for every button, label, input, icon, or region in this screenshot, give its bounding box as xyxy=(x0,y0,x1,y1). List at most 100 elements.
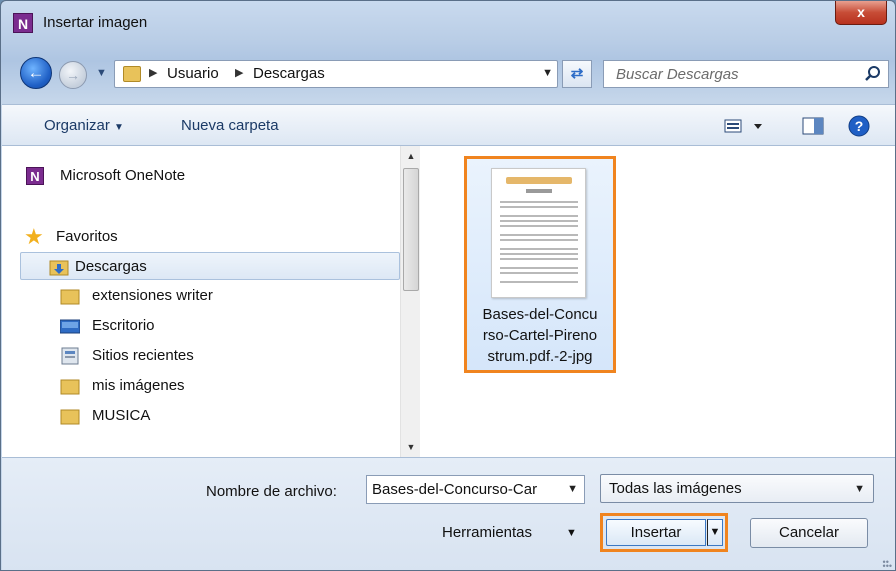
sidebar-item-label: Descargas xyxy=(75,258,147,275)
file-name: Bases-del-Concu rso-Cartel-Pireno strum.… xyxy=(467,304,613,367)
sidebar-item-onenote[interactable]: N Microsoft OneNote xyxy=(20,162,400,190)
folder-icon xyxy=(60,289,80,305)
thumbnail-text-line xyxy=(500,220,578,222)
recent-places-icon xyxy=(61,347,79,365)
thumbnail-text-line xyxy=(500,258,578,260)
onenote-app-icon: N xyxy=(13,13,33,33)
filename-combobox[interactable]: ▼ xyxy=(366,475,585,504)
search-box[interactable] xyxy=(603,60,889,88)
thumbnail-text-line xyxy=(500,225,578,227)
thumbnail-logo xyxy=(506,177,572,184)
refresh-icon: ⇄ xyxy=(570,65,584,82)
favorites-label: Favoritos xyxy=(56,228,118,245)
file-name-line: Bases-del-Concu xyxy=(482,306,598,323)
thumbnail-text-line xyxy=(500,272,578,274)
chevron-down-icon[interactable]: ▼ xyxy=(567,483,578,495)
insert-image-dialog: N Insertar imagen x ← → ▼ ▶ Usuario ▶ De… xyxy=(0,0,896,571)
breadcrumb-descargas[interactable]: Descargas xyxy=(253,65,325,82)
filetype-select[interactable]: Todas las imágenes ▼ xyxy=(600,474,874,503)
views-button[interactable] xyxy=(724,117,764,139)
nav-pane-scrollbar[interactable]: ▲ ▼ xyxy=(400,146,420,457)
breadcrumb-usuario[interactable]: Usuario xyxy=(167,65,219,82)
navigation-pane: N Microsoft OneNote ★ Favoritos Descarga… xyxy=(2,146,400,457)
address-dropdown-icon[interactable]: ▼ xyxy=(542,67,553,79)
resize-grip-icon[interactable]: •• ••• xyxy=(883,558,892,571)
chevron-down-icon: ▼ xyxy=(854,483,865,495)
file-list: Bases-del-Concu rso-Cartel-Pireno strum.… xyxy=(421,146,895,457)
thumbnail-text-line xyxy=(500,281,578,283)
preview-pane-button[interactable] xyxy=(802,117,824,139)
sidebar-item-label: extensiones writer xyxy=(92,287,213,304)
help-button[interactable]: ? xyxy=(848,115,870,141)
chevron-down-icon: ▼ xyxy=(709,526,721,538)
sidebar-item-label: Microsoft OneNote xyxy=(60,167,186,184)
thumbnail-text-line xyxy=(500,215,578,217)
sidebar-item-label: Escritorio xyxy=(92,317,155,334)
preview-pane-icon xyxy=(802,117,824,135)
download-folder-icon xyxy=(49,260,69,276)
sidebar-item-descargas[interactable]: Descargas xyxy=(20,252,400,280)
forward-arrow-icon: → xyxy=(66,67,80,83)
insert-highlight: Insertar ▼ xyxy=(600,513,728,552)
insert-dropdown-button[interactable]: ▼ xyxy=(707,519,723,546)
tools-button[interactable]: Herramientas ▼ xyxy=(438,518,586,548)
thumbnail-heading xyxy=(526,189,552,193)
thumbnail-text-line xyxy=(500,253,578,255)
chevron-down-icon: ▼ xyxy=(566,527,577,539)
sidebar-item-mis-imagenes[interactable]: mis imágenes xyxy=(20,372,400,400)
insert-button[interactable]: Insertar xyxy=(606,519,706,546)
cancel-button[interactable]: Cancelar xyxy=(750,518,868,548)
sidebar-item-escritorio[interactable]: Escritorio xyxy=(20,312,400,340)
file-thumbnail xyxy=(491,168,586,298)
address-bar[interactable]: ▶ Usuario ▶ Descargas ▼ xyxy=(114,60,558,88)
close-button[interactable]: x xyxy=(835,1,887,25)
search-icon[interactable] xyxy=(864,65,882,83)
folder-icon xyxy=(60,409,80,425)
scroll-up-icon[interactable]: ▲ xyxy=(401,146,421,166)
svg-text:?: ? xyxy=(855,118,864,134)
dialog-footer: Nombre de archivo: ▼ Todas las imágenes … xyxy=(2,457,895,571)
thumbnail-text-line xyxy=(500,267,578,269)
refresh-button[interactable]: ⇄ xyxy=(562,60,592,88)
filename-input[interactable] xyxy=(367,476,557,503)
thumbnail-text-line xyxy=(500,201,578,203)
back-button[interactable]: ← xyxy=(20,57,52,89)
command-toolbar: Organizar ▼ Nueva carpeta ? xyxy=(2,104,895,146)
thumbnail-text-line xyxy=(500,248,578,250)
back-arrow-icon: ← xyxy=(27,63,45,82)
recent-pages-dropdown[interactable]: ▼ xyxy=(96,67,107,79)
forward-button[interactable]: → xyxy=(59,61,87,89)
window-title: Insertar imagen xyxy=(43,14,148,31)
thumbnail-text-line xyxy=(500,239,578,241)
sidebar-item-sitios-recientes[interactable]: Sitios recientes xyxy=(20,342,400,370)
organize-label: Organizar xyxy=(44,117,110,134)
title-bar: N Insertar imagen x xyxy=(1,1,895,45)
file-name-line: rso-Cartel-Pireno xyxy=(482,327,598,344)
sidebar-item-label: mis imágenes xyxy=(92,377,185,394)
thumbnail-text-line xyxy=(500,234,578,236)
sidebar-item-extensiones-writer[interactable]: extensiones writer xyxy=(20,282,400,310)
sidebar-favorites-header[interactable]: ★ Favoritos xyxy=(20,223,400,251)
onenote-icon: N xyxy=(26,167,44,185)
breadcrumb-separator-icon: ▶ xyxy=(149,67,158,79)
desktop-icon xyxy=(60,319,80,334)
filetype-value: Todas las imágenes xyxy=(609,480,742,497)
scrollbar-thumb[interactable] xyxy=(403,168,419,291)
thumbnail-text-line xyxy=(500,206,578,208)
folder-icon xyxy=(60,379,80,395)
file-name-line: strum.pdf.-2-jpg xyxy=(487,348,593,365)
chevron-down-icon: ▼ xyxy=(114,122,124,133)
file-item[interactable]: Bases-del-Concu rso-Cartel-Pireno strum.… xyxy=(464,156,616,373)
sidebar-item-label: Sitios recientes xyxy=(92,347,194,364)
scroll-down-icon[interactable]: ▼ xyxy=(401,437,421,457)
new-folder-button[interactable]: Nueva carpeta xyxy=(181,117,279,134)
sidebar-item-musica[interactable]: MUSICA xyxy=(20,402,400,430)
search-input[interactable] xyxy=(604,61,854,87)
folder-icon xyxy=(123,66,141,82)
filename-label: Nombre de archivo: xyxy=(206,483,337,500)
sidebar-item-label: MUSICA xyxy=(92,407,151,424)
help-icon: ? xyxy=(848,115,870,137)
organize-button[interactable]: Organizar ▼ xyxy=(44,117,124,134)
chevron-down-icon: ▼ xyxy=(96,67,107,79)
breadcrumb-separator-icon: ▶ xyxy=(235,67,244,79)
